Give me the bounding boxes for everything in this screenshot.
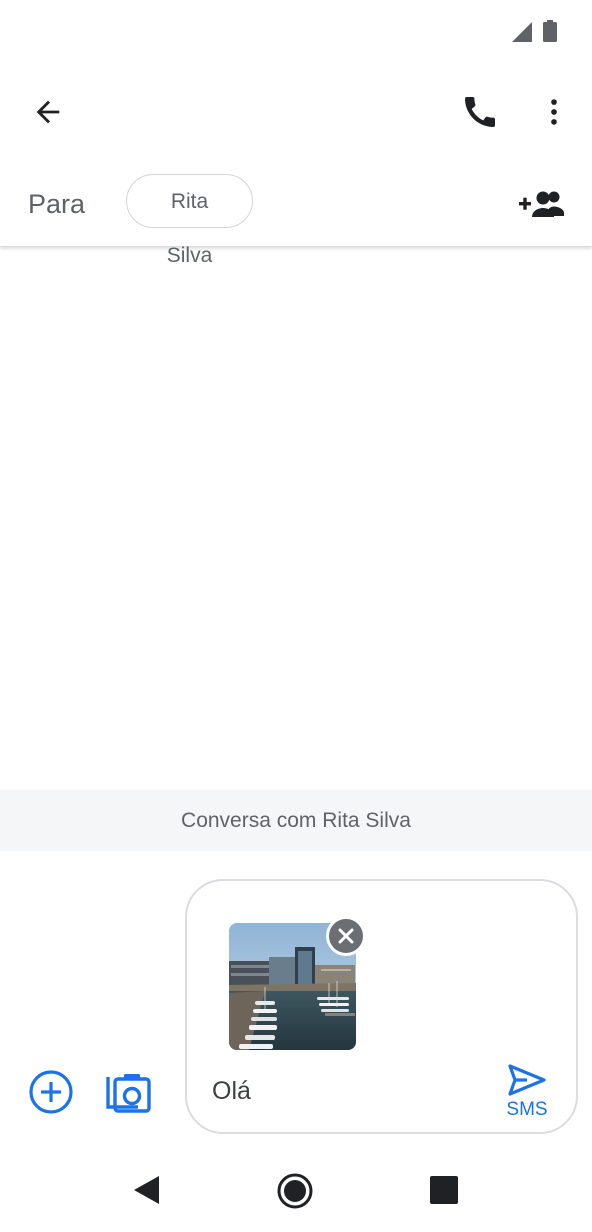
add-attachment-button[interactable] (26, 1067, 76, 1117)
add-circle-icon (29, 1070, 73, 1114)
recipient-row: Para Rita Silva (0, 160, 592, 267)
recipient-chip[interactable]: Rita Silva (126, 174, 253, 267)
back-arrow-icon (36, 100, 60, 124)
back-button[interactable] (16, 80, 80, 144)
nav-home-icon (277, 1173, 313, 1209)
more-options-button[interactable] (522, 80, 586, 144)
more-vert-icon (551, 99, 557, 125)
signal-icon (512, 22, 532, 42)
nav-back-icon (134, 1176, 159, 1204)
nav-back-button[interactable] (126, 1170, 166, 1210)
add-recipient-button[interactable] (510, 174, 574, 234)
nav-home-button[interactable] (274, 1170, 316, 1212)
call-button[interactable] (448, 80, 512, 144)
message-list (0, 247, 592, 790)
message-input[interactable]: Olá (212, 1074, 251, 1108)
send-icon (508, 1064, 546, 1096)
top-app-bar (0, 64, 592, 160)
battery-icon (543, 20, 557, 42)
send-label: SMS (506, 1099, 548, 1120)
nav-recents-button[interactable] (424, 1170, 464, 1210)
camera-icon (106, 1074, 151, 1113)
send-sms-button[interactable]: SMS (499, 1059, 555, 1123)
compose-box[interactable]: Olá SMS (185, 879, 578, 1134)
remove-attachment-button[interactable] (326, 916, 366, 956)
to-label: Para (28, 189, 86, 219)
phone-icon (465, 97, 495, 127)
add-person-icon (519, 191, 564, 217)
status-bar (0, 0, 592, 64)
navigation-bar (0, 1150, 592, 1232)
nav-recents-icon (430, 1176, 458, 1204)
close-icon (338, 928, 354, 944)
conversation-banner: Conversa com Rita Silva (0, 790, 592, 851)
camera-button[interactable] (102, 1067, 154, 1117)
